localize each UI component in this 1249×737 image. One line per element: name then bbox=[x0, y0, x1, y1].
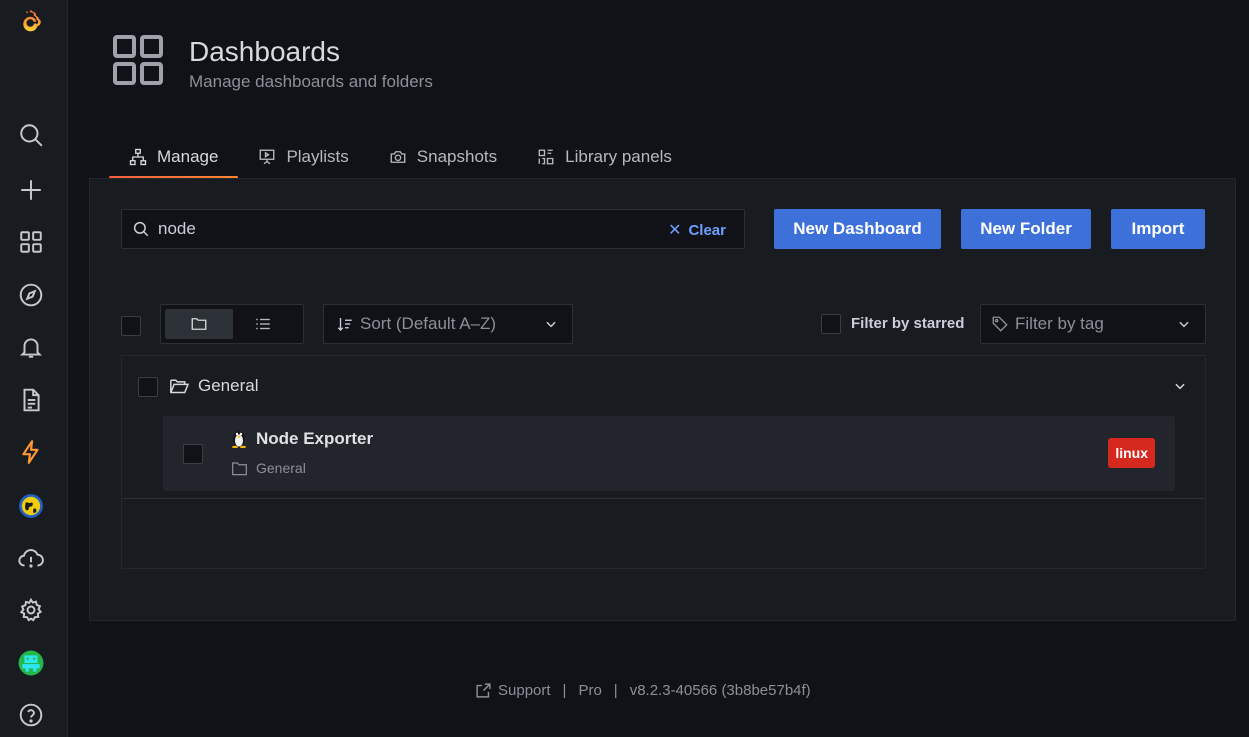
search-input[interactable] bbox=[158, 219, 638, 239]
dashboard-folder-name: General bbox=[256, 460, 306, 476]
filter-starred-checkbox[interactable] bbox=[821, 314, 841, 334]
manage-panel: ✕ Clear New Dashboard New Folder Import … bbox=[89, 178, 1236, 621]
clear-search-button[interactable]: ✕ Clear bbox=[668, 220, 726, 240]
sort-label: Sort (Default A–Z) bbox=[360, 314, 497, 333]
tux-penguin-icon bbox=[232, 431, 246, 448]
new-dashboard-button[interactable]: New Dashboard bbox=[774, 209, 941, 249]
search-icon[interactable] bbox=[12, 116, 50, 154]
tab-library-panels[interactable]: Library panels bbox=[517, 136, 692, 178]
chevron-down-icon bbox=[1179, 321, 1189, 328]
folder-open-icon bbox=[170, 379, 189, 394]
dashboard-folder: General bbox=[231, 460, 306, 476]
footer-separator: | bbox=[613, 682, 618, 699]
footer-edition: Pro bbox=[578, 682, 602, 699]
dashboards-icon[interactable] bbox=[12, 223, 50, 261]
tab-snapshots-label: Snapshots bbox=[416, 147, 498, 166]
footer-version: v8.2.3-40566 (3b8be57b4f) bbox=[629, 682, 811, 699]
sitemap-icon bbox=[129, 148, 147, 166]
alerting-bell-icon[interactable] bbox=[12, 328, 50, 366]
tab-bar: Manage Playlists Snapshots Library panel… bbox=[109, 136, 692, 179]
chevron-down-icon bbox=[546, 321, 556, 328]
main-content: Dashboards Manage dashboards and folders… bbox=[69, 0, 1249, 737]
chevron-down-icon[interactable] bbox=[1173, 379, 1187, 393]
reports-document-icon[interactable] bbox=[12, 381, 50, 419]
sort-icon bbox=[337, 318, 352, 331]
close-icon: ✕ bbox=[668, 222, 682, 239]
camera-icon bbox=[390, 151, 406, 163]
page-title: Dashboards bbox=[189, 36, 340, 67]
sort-select[interactable]: Sort (Default A–Z) bbox=[323, 304, 573, 344]
user-avatar[interactable] bbox=[12, 644, 50, 682]
dashboard-checkbox[interactable] bbox=[183, 444, 203, 464]
worldmap-icon[interactable] bbox=[12, 487, 50, 525]
library-panels-icon bbox=[538, 149, 554, 165]
folder-icon bbox=[191, 318, 207, 330]
side-nav bbox=[0, 0, 68, 737]
tab-playlists[interactable]: Playlists bbox=[238, 136, 368, 178]
filter-starred-label: Filter by starred bbox=[851, 315, 965, 332]
clear-label: Clear bbox=[688, 221, 726, 239]
folder-section-general[interactable]: General bbox=[122, 356, 1205, 416]
tag-icon bbox=[992, 316, 1008, 332]
folder-icon bbox=[232, 461, 247, 475]
list-icon bbox=[256, 318, 270, 330]
grafana-logo-icon[interactable] bbox=[12, 2, 50, 40]
folder-view-button[interactable] bbox=[165, 309, 233, 339]
gear-icon[interactable] bbox=[12, 591, 50, 629]
tab-manage[interactable]: Manage bbox=[109, 136, 239, 179]
presentation-play-icon bbox=[260, 149, 275, 165]
dashboard-item[interactable]: Node Exporter General linux bbox=[163, 416, 1175, 491]
dashboards-header-icon bbox=[113, 35, 163, 85]
folder-name: General bbox=[198, 376, 259, 395]
help-icon[interactable] bbox=[12, 696, 50, 734]
select-all-checkbox[interactable] bbox=[121, 316, 141, 336]
search-results: General Node Exporter General linux bbox=[121, 355, 1206, 569]
footer: Support | Pro | v8.2.3-40566 (3b8be57b4f… bbox=[475, 682, 811, 699]
tab-playlists-label: Playlists bbox=[286, 147, 349, 166]
list-view-button[interactable] bbox=[229, 309, 297, 339]
import-button[interactable]: Import bbox=[1111, 209, 1205, 249]
tag-filter-select[interactable]: Filter by tag bbox=[980, 304, 1206, 344]
dashboard-title[interactable]: Node Exporter bbox=[256, 429, 373, 449]
folder-checkbox[interactable] bbox=[138, 377, 158, 397]
support-link[interactable]: Support bbox=[498, 682, 551, 699]
plus-icon[interactable] bbox=[12, 171, 50, 209]
search-box: ✕ Clear bbox=[121, 209, 745, 249]
explore-compass-icon[interactable] bbox=[12, 276, 50, 314]
tab-snapshots[interactable]: Snapshots bbox=[369, 136, 517, 178]
results-divider bbox=[122, 498, 1205, 499]
lightning-icon[interactable] bbox=[12, 433, 50, 471]
page-subtitle: Manage dashboards and folders bbox=[189, 72, 433, 91]
cloud-alert-icon[interactable] bbox=[12, 540, 50, 578]
tag-badge-linux[interactable]: linux bbox=[1108, 438, 1155, 468]
footer-separator: | bbox=[562, 682, 567, 699]
search-icon bbox=[133, 221, 149, 237]
page-header: Dashboards Manage dashboards and folders bbox=[111, 34, 433, 92]
external-link-icon bbox=[476, 683, 491, 698]
new-folder-button[interactable]: New Folder bbox=[961, 209, 1091, 249]
view-toggle bbox=[160, 304, 304, 344]
tab-library-panels-label: Library panels bbox=[565, 147, 672, 166]
tag-filter-placeholder: Filter by tag bbox=[1015, 314, 1104, 333]
tab-manage-label: Manage bbox=[157, 147, 219, 166]
